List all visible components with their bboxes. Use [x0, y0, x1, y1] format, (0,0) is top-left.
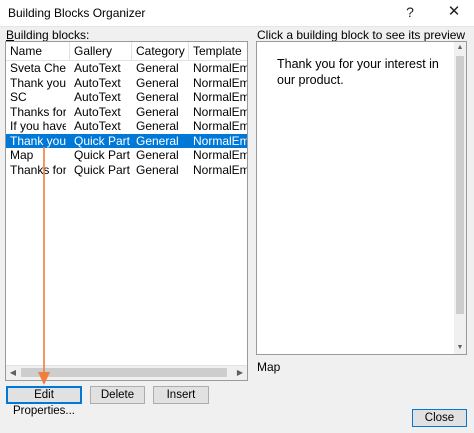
annotation-arrow-head — [38, 372, 50, 385]
annotation-arrow — [38, 147, 50, 385]
